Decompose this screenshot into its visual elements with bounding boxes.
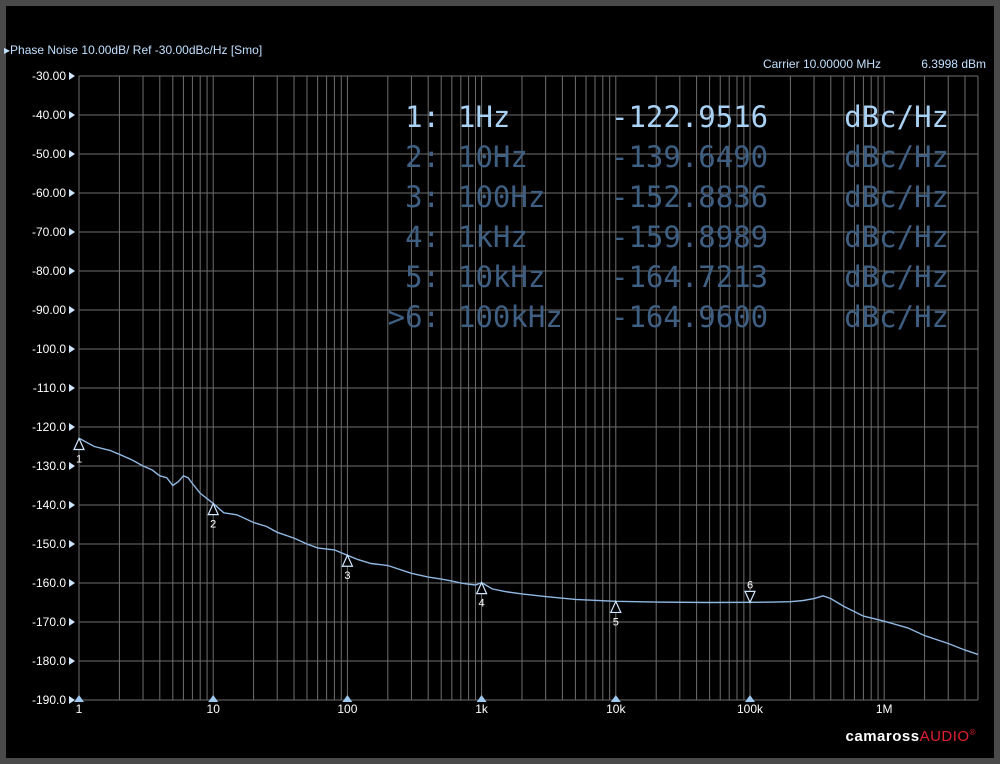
marker-label: 3 bbox=[344, 570, 350, 582]
y-tick-arrow-icon bbox=[69, 540, 75, 548]
x-tick-label: 100k bbox=[737, 702, 764, 716]
x-marker-position-icon bbox=[342, 695, 353, 702]
y-tick-arrow-icon bbox=[69, 462, 75, 470]
readout-value: -139.6490 bbox=[611, 140, 768, 174]
brand-logo: camarossAUDIO® bbox=[846, 728, 976, 745]
y-tick-arrow-icon bbox=[69, 696, 75, 704]
readout-unit: dBc/Hz bbox=[844, 140, 949, 174]
y-tick-label: -50.00 bbox=[32, 147, 66, 161]
y-tick-label: -110.0 bbox=[33, 381, 66, 395]
y-tick-label: -150.0 bbox=[32, 537, 66, 551]
marker-group: 1 2 3 4 5 6 bbox=[73, 437, 756, 702]
readout-marker-id: 5: bbox=[405, 260, 440, 294]
marker-label: 4 bbox=[479, 598, 485, 610]
y-tick-arrow-icon bbox=[69, 618, 75, 626]
y-tick-arrow-icon bbox=[69, 501, 75, 509]
x-marker-position-icon bbox=[476, 695, 487, 702]
x-marker-position-icon bbox=[745, 695, 755, 702]
readout-value: -122.9516 bbox=[611, 100, 768, 134]
y-tick-arrow-icon bbox=[69, 423, 75, 431]
x-tick-label: 10k bbox=[606, 702, 626, 716]
readout-marker-id: 2: bbox=[405, 140, 440, 174]
readout-unit: dBc/Hz bbox=[844, 300, 949, 334]
x-marker-position-icon bbox=[208, 695, 219, 702]
readout-marker-id: 3: bbox=[405, 180, 440, 214]
marker-triangle-icon bbox=[609, 599, 622, 614]
x-tick-label: 1k bbox=[475, 702, 489, 716]
phase-noise-chart: -30.00 -40.00 -50.00 -60.00 -70.00 -80.00 -90.… bbox=[32, 69, 979, 716]
y-tick-arrow-icon bbox=[69, 384, 75, 392]
y-tick-arrow-icon bbox=[69, 150, 75, 158]
marker-label: 5 bbox=[613, 616, 619, 628]
readout-unit: dBc/Hz bbox=[844, 100, 949, 134]
y-tick-arrow-icon bbox=[69, 228, 75, 236]
readout-frequency: 100Hz bbox=[458, 180, 545, 214]
readout-frequency: 10kHz bbox=[458, 260, 545, 294]
marker-label: 6 bbox=[747, 579, 753, 591]
y-tick-arrow-icon bbox=[69, 111, 75, 119]
y-tick-arrow-icon bbox=[69, 657, 75, 665]
readout-unit: dBc/Hz bbox=[844, 260, 949, 294]
brand-name: camaross bbox=[845, 728, 920, 745]
readout-unit: dBc/Hz bbox=[844, 180, 949, 214]
y-tick-label: -30.00 bbox=[32, 69, 66, 83]
y-tick-arrow-icon bbox=[69, 579, 75, 587]
y-tick-label: -190.0 bbox=[32, 693, 66, 707]
y-tick-arrow-icon bbox=[69, 345, 75, 353]
x-marker-position-icon bbox=[610, 695, 621, 702]
y-tick-label: -120.0 bbox=[32, 420, 66, 434]
x-tick-label: 100 bbox=[337, 702, 357, 716]
y-tick-label: -160.0 bbox=[32, 576, 66, 590]
marker-label: 2 bbox=[210, 519, 216, 531]
x-axis-ticks: 1 10 100 1k 10k 100k 1M bbox=[76, 702, 893, 716]
marker-label: 1 bbox=[76, 454, 82, 466]
readout-marker-id: >6: bbox=[388, 300, 440, 334]
readout-value: -152.8836 bbox=[611, 180, 768, 214]
y-tick-label: -80.00 bbox=[32, 264, 66, 278]
readout-value: -164.9600 bbox=[611, 300, 768, 334]
y-tick-label: -100.0 bbox=[32, 342, 66, 356]
readout-value: -164.7213 bbox=[611, 260, 768, 294]
y-tick-label: -140.0 bbox=[32, 498, 66, 512]
x-tick-label: 10 bbox=[207, 702, 221, 716]
y-axis-ticks: -30.00 -40.00 -50.00 -60.00 -70.00 -80.00 -90.… bbox=[32, 69, 75, 707]
readout-marker-id: 4: bbox=[405, 220, 440, 254]
readout-unit: dBc/Hz bbox=[844, 220, 949, 254]
x-tick-label: 1 bbox=[76, 702, 83, 716]
readout-marker-id: 1: bbox=[405, 100, 440, 134]
marker-triangle-icon bbox=[744, 590, 756, 604]
y-tick-arrow-icon bbox=[69, 189, 75, 197]
y-tick-label: -130.0 bbox=[32, 459, 66, 473]
x-tick-label: 1M bbox=[876, 702, 893, 716]
y-tick-arrow-icon bbox=[69, 72, 75, 80]
y-tick-label: -180.0 bbox=[32, 654, 66, 668]
marker-readout-table: 1: 1Hz -122.9516 dBc/Hz 2: 10Hz -139.6490 dBc/H… bbox=[388, 100, 949, 334]
y-tick-arrow-icon bbox=[69, 306, 75, 314]
x-marker-position-icon bbox=[74, 695, 84, 702]
readout-frequency: 10Hz bbox=[458, 140, 528, 174]
brand-name-accent: AUDIO bbox=[919, 728, 970, 745]
y-tick-label: -70.00 bbox=[32, 225, 66, 239]
readout-frequency: 1kHz bbox=[458, 220, 528, 254]
readout-frequency: 100kHz bbox=[458, 300, 563, 334]
y-tick-label: -60.00 bbox=[32, 186, 66, 200]
y-tick-label: -90.00 bbox=[32, 303, 66, 317]
y-tick-label: -170.0 bbox=[32, 615, 66, 629]
y-tick-label: -40.00 bbox=[32, 108, 66, 122]
readout-value: -159.8989 bbox=[611, 220, 768, 254]
readout-frequency: 1Hz bbox=[458, 100, 510, 134]
brand-registered-mark: ® bbox=[969, 728, 976, 737]
y-tick-arrow-icon bbox=[69, 267, 75, 275]
